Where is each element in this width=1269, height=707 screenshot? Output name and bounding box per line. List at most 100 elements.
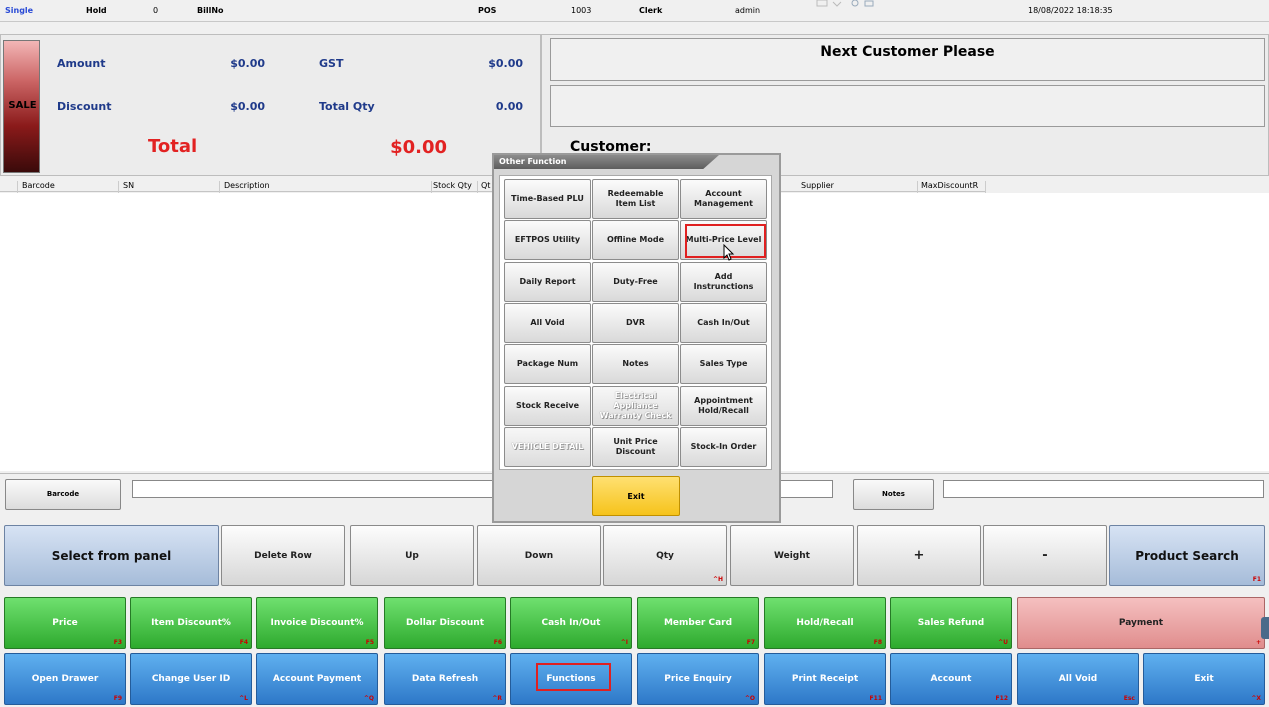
unit-price-discount-button[interactable]: Unit Price Discount (592, 427, 679, 467)
barcode-input[interactable] (132, 480, 494, 498)
print-receipt-button[interactable]: Print Receipt F11 (764, 653, 886, 705)
-button[interactable]: - (983, 525, 1107, 586)
button-label: Price Enquiry (664, 674, 732, 684)
account-payment-button[interactable]: Account Payment ^Q (256, 653, 378, 705)
all-void-button[interactable]: All Void Esc (1017, 653, 1139, 705)
exit-button[interactable]: Exit ^X (1143, 653, 1265, 705)
notes-button[interactable]: Notes (853, 479, 934, 510)
hold-label: Hold (86, 6, 107, 15)
stock-receive-button[interactable]: Stock Receive (504, 386, 591, 426)
button-label: Up (405, 550, 419, 561)
bill-label: BillNo (197, 6, 224, 15)
data-refresh-button[interactable]: Data Refresh ^R (384, 653, 506, 705)
price-button[interactable]: Price F3 (4, 597, 126, 649)
account-button[interactable]: Account F12 (890, 653, 1012, 705)
item-discount-button[interactable]: Item Discount% F4 (130, 597, 252, 649)
select-from-panel-button[interactable]: Select from panel (4, 525, 219, 586)
price-enquiry-button[interactable]: Price Enquiry ^O (637, 653, 759, 705)
member-card-button[interactable]: Member Card F7 (637, 597, 759, 649)
shortcut-key: ^U (998, 639, 1008, 646)
sale-indicator: SALE (3, 40, 40, 173)
barcode-button[interactable]: Barcode (5, 479, 121, 510)
total-qty-value: 0.00 (495, 100, 523, 113)
invoice-discount-button[interactable]: Invoice Discount% F5 (256, 597, 378, 649)
shortcut-key: ^X (1251, 695, 1261, 702)
shortcut-key: F5 (365, 639, 374, 646)
all-void-button[interactable]: All Void (504, 303, 591, 343)
shortcut-key: ^O (744, 695, 755, 702)
button-label: Item Discount% (151, 618, 231, 628)
shortcut-key: F4 (239, 639, 248, 646)
status-bar: Single Hold 0 BillNo POS 1003 Clerk admi… (0, 0, 1269, 22)
sales-refund-button[interactable]: Sales Refund ^U (890, 597, 1012, 649)
electrical-appliance-warranty-check-button: Electrical Appliance Warranty Check (592, 386, 679, 426)
amount-value: $0.00 (230, 57, 265, 70)
col-header[interactable]: Description (221, 181, 432, 193)
notes-input[interactable] (943, 480, 1264, 498)
col-header[interactable]: SN (120, 181, 220, 193)
eftpos-utility-button[interactable]: EFTPOS Utility (504, 220, 591, 260)
sales-type-button[interactable]: Sales Type (680, 344, 767, 384)
hold-recall-button[interactable]: Hold/Recall F8 (764, 597, 886, 649)
payment-button[interactable]: Payment + (1017, 597, 1265, 649)
shortcut-key: F11 (869, 695, 882, 702)
button-label: Exit (1194, 674, 1214, 684)
pos-value: 1003 (571, 6, 592, 15)
col-header[interactable]: Barcode (19, 181, 119, 193)
button-label: Weight (774, 550, 810, 561)
button-label: Print Receipt (791, 674, 859, 684)
offline-mode-button[interactable]: Offline Mode (592, 220, 679, 260)
open-drawer-button[interactable]: Open Drawer F9 (4, 653, 126, 705)
notes-button[interactable]: Notes (592, 344, 679, 384)
dollar-discount-button[interactable]: Dollar Discount F6 (384, 597, 506, 649)
button-label: Qty (656, 550, 674, 561)
qty-button[interactable]: Qty ^H (603, 525, 727, 586)
package-num-button[interactable]: Package Num (504, 344, 591, 384)
hold-value: 0 (153, 6, 159, 15)
shortcut-key: ^R (492, 695, 502, 702)
stock-in-order-button[interactable]: Stock-In Order (680, 427, 767, 467)
button-label: Functions (546, 674, 596, 684)
redeemable-item-list-button[interactable]: Redeemable Item List (592, 179, 679, 219)
appointment-hold-recall-button[interactable]: Appointment Hold/Recall (680, 386, 767, 426)
total-value: $0.00 (390, 137, 447, 158)
gst-value: $0.00 (488, 57, 523, 70)
datetime: 18/08/2022 18:18:35 (1028, 6, 1113, 15)
-button[interactable]: + (857, 525, 981, 586)
dvr-button[interactable]: DVR (592, 303, 679, 343)
button-label: Hold/Recall (796, 618, 854, 628)
duty-free-button[interactable]: Duty-Free (592, 262, 679, 302)
shortcut-key: F6 (493, 639, 502, 646)
weight-button[interactable]: Weight (730, 525, 854, 586)
product-search-button[interactable]: Product Search F1 (1109, 525, 1265, 586)
button-label: Down (524, 550, 554, 561)
down-button[interactable]: Down (477, 525, 601, 586)
daily-report-button[interactable]: Daily Report (504, 262, 591, 302)
account-management-button[interactable]: Account Management (680, 179, 767, 219)
mouse-cursor-icon (723, 244, 735, 261)
row-indicator-col (0, 181, 18, 193)
col-header[interactable]: Supplier (798, 181, 918, 193)
cash-in-out-button[interactable]: Cash In/Out ^I (510, 597, 632, 649)
button-label: Account Payment (272, 674, 362, 684)
shortcut-key: F9 (113, 695, 122, 702)
change-user-id-button[interactable]: Change User ID ^L (130, 653, 252, 705)
shortcut-key: ^H (712, 576, 723, 583)
cash-in-out-button[interactable]: Cash In/Out (680, 303, 767, 343)
time-based-plu-button[interactable]: Time-Based PLU (504, 179, 591, 219)
shortcut-key: F12 (995, 695, 1008, 702)
side-handle[interactable] (1261, 617, 1269, 639)
functions-button[interactable]: Functions (510, 653, 632, 705)
qty-input[interactable] (780, 480, 833, 498)
add-instrunctions-button[interactable]: Add Instrunctions (680, 262, 767, 302)
button-label: Open Drawer (31, 674, 99, 684)
total-label: Total (148, 136, 198, 157)
dialog-exit-button[interactable]: Exit (592, 476, 680, 516)
up-button[interactable]: Up (350, 525, 474, 586)
shortcut-key: ^L (239, 695, 248, 702)
col-header[interactable]: Stock Qty (430, 181, 478, 193)
delete-row-button[interactable]: Delete Row (221, 525, 345, 586)
amount-label: Amount (57, 57, 106, 70)
col-header[interactable]: MaxDiscountR (918, 181, 986, 193)
discount-value: $0.00 (230, 100, 265, 113)
